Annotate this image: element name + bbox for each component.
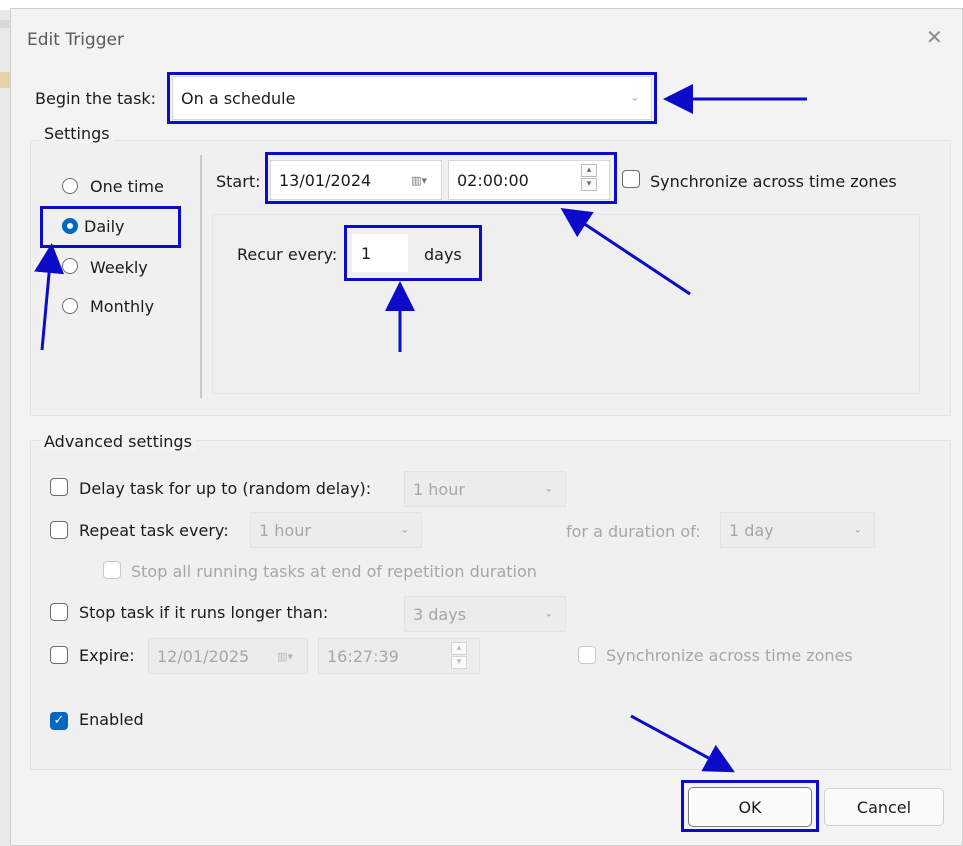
annotation-arrows — [34, 84, 807, 773]
arrow-to-start — [560, 208, 691, 296]
arrow-to-ok — [630, 714, 735, 773]
arrow-to-daily — [34, 243, 65, 351]
